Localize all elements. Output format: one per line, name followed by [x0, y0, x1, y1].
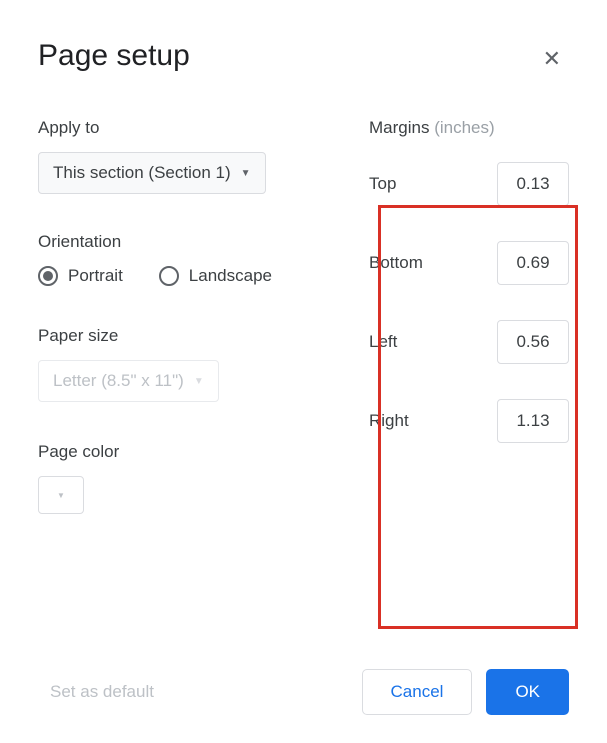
paper-size-value: Letter (8.5" x 11"): [53, 371, 184, 391]
radio-unselected-icon: [159, 266, 179, 286]
margins-unit: (inches): [434, 118, 494, 137]
portrait-label: Portrait: [68, 266, 123, 286]
margins-label-text: Margins: [369, 118, 429, 137]
page-color-section: Page color ▼: [38, 442, 329, 514]
margin-bottom-label: Bottom: [369, 253, 423, 273]
apply-to-dropdown[interactable]: This section (Section 1) ▼: [38, 152, 266, 194]
orientation-radio-group: Portrait Landscape: [38, 266, 329, 286]
paper-size-label: Paper size: [38, 326, 329, 346]
page-setup-dialog: Page setup ✕ Apply to This section (Sect…: [0, 0, 607, 743]
orientation-section: Orientation Portrait Landscape: [38, 232, 329, 286]
apply-to-value: This section (Section 1): [53, 163, 231, 183]
dialog-content: Apply to This section (Section 1) ▼ Orie…: [38, 118, 569, 514]
margin-top-input[interactable]: [497, 162, 569, 206]
set-default-button[interactable]: Set as default: [38, 674, 166, 710]
footer-actions: Cancel OK: [362, 669, 569, 715]
page-color-label: Page color: [38, 442, 329, 462]
close-icon: ✕: [543, 46, 561, 71]
landscape-label: Landscape: [189, 266, 272, 286]
margins-label: Margins (inches): [369, 118, 569, 138]
landscape-radio[interactable]: Landscape: [159, 266, 272, 286]
margin-right-label: Right: [369, 411, 409, 431]
radio-selected-icon: [38, 266, 58, 286]
chevron-down-icon: ▼: [194, 376, 204, 387]
portrait-radio[interactable]: Portrait: [38, 266, 123, 286]
apply-to-label: Apply to: [38, 118, 329, 138]
paper-size-section: Paper size Letter (8.5" x 11") ▼: [38, 326, 329, 402]
chevron-down-icon: ▼: [57, 491, 65, 500]
chevron-down-icon: ▼: [241, 168, 251, 179]
margin-top-label: Top: [369, 174, 396, 194]
page-color-picker[interactable]: ▼: [38, 476, 84, 514]
margin-left-label: Left: [369, 332, 397, 352]
margin-top-row: Top: [369, 162, 569, 206]
margin-bottom-input[interactable]: [497, 241, 569, 285]
margin-right-input[interactable]: [497, 399, 569, 443]
margin-right-row: Right: [369, 399, 569, 443]
dialog-footer: Set as default Cancel OK: [38, 669, 569, 715]
cancel-button[interactable]: Cancel: [362, 669, 473, 715]
right-column: Margins (inches) Top Bottom Left Right: [369, 118, 569, 514]
margin-left-input[interactable]: [497, 320, 569, 364]
dialog-title: Page setup: [38, 38, 190, 74]
ok-button[interactable]: OK: [486, 669, 569, 715]
margin-left-row: Left: [369, 320, 569, 364]
orientation-label: Orientation: [38, 232, 329, 252]
close-button[interactable]: ✕: [535, 44, 569, 74]
apply-to-section: Apply to This section (Section 1) ▼: [38, 118, 329, 194]
dialog-header: Page setup ✕: [38, 38, 569, 74]
paper-size-dropdown[interactable]: Letter (8.5" x 11") ▼: [38, 360, 219, 402]
margin-bottom-row: Bottom: [369, 241, 569, 285]
left-column: Apply to This section (Section 1) ▼ Orie…: [38, 118, 329, 514]
